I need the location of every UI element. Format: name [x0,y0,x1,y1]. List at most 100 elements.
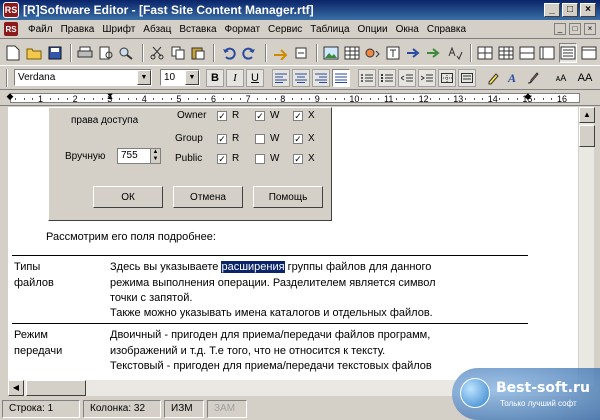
ruler-track[interactable]: 1 2 3 4 5 6 7 8 9 10 11 12 13 14 15 16 [10,93,580,104]
highlight-pen-icon[interactable] [484,69,502,87]
cut-icon[interactable] [148,43,167,63]
selected-text[interactable]: расширения [221,261,285,273]
indent-marker[interactable]: ⧗ [106,91,114,105]
permissions-spinner[interactable]: 755 ▲ ▼ [117,148,161,164]
menu-edit[interactable]: Правка [57,24,99,35]
menu-windows[interactable]: Окна [392,24,423,35]
save-icon[interactable] [45,43,64,63]
left-margin-marker[interactable]: ◆ [6,91,14,105]
svg-text:A: A [507,71,516,85]
copy-icon[interactable] [168,43,187,63]
font-name-dropdown-icon[interactable]: ▼ [137,70,151,85]
public-read-checkbox[interactable]: ✓ [217,154,227,164]
redo-icon[interactable] [240,43,259,63]
grid-view-3-icon[interactable] [517,43,536,63]
insert-field-icon[interactable] [425,43,444,63]
font-name-select[interactable]: Verdana ▼ [14,69,152,86]
app-logo-icon[interactable]: RS [3,2,19,18]
web-view-icon[interactable] [579,43,598,63]
numbered-list-icon[interactable] [358,68,376,87]
bookmark-icon[interactable] [291,43,310,63]
owner-write-checkbox[interactable]: ✓ [255,111,265,121]
scroll-thumb[interactable] [579,125,595,147]
status-modified: ИЗМ [164,400,204,418]
watermark-main: Best-soft.ru [496,380,590,396]
menu-table[interactable]: Таблица [306,24,353,35]
new-file-icon[interactable] [4,43,23,63]
group-write-checkbox[interactable] [255,134,265,144]
right-margin-marker[interactable]: ◆ [524,91,532,105]
document-area[interactable]: права доступа Owner ✓ R ✓ W ✓ X Group ✓ … [8,107,578,386]
group-exec-checkbox[interactable]: ✓ [293,134,303,144]
font-smaller-button[interactable]: ᴀA [550,69,572,87]
align-justify-icon[interactable] [332,68,350,87]
grid-view-2-icon[interactable] [497,43,516,63]
page-layout-icon[interactable] [538,43,557,63]
open-folder-icon[interactable] [25,43,44,63]
menu-options[interactable]: Опции [354,24,392,35]
spell-check-icon[interactable] [446,43,465,63]
print-icon[interactable] [76,43,95,63]
spinner-arrows-icon[interactable]: ▲ ▼ [150,149,160,163]
grid-view-1-icon[interactable] [476,43,495,63]
insert-date-icon[interactable] [404,43,423,63]
menu-format[interactable]: Формат [221,24,265,35]
doc-close-button[interactable]: × [584,23,596,35]
vertical-scrollbar[interactable]: ▲ [578,107,595,386]
font-name-value: Verdana [18,72,56,83]
paragraph-icon[interactable] [458,68,476,87]
menu-font[interactable]: Шрифт [98,24,139,35]
increase-indent-icon[interactable] [418,68,436,87]
public-exec-checkbox[interactable]: ✓ [293,154,303,164]
ruler-tick [101,98,103,100]
bold-button[interactable]: B [206,68,224,87]
doc-restore-button[interactable]: □ [569,23,581,35]
brush-icon[interactable] [524,69,542,87]
menu-file[interactable]: Файл [24,24,57,35]
minimize-button[interactable]: _ [544,3,560,17]
public-write-checkbox[interactable] [255,154,265,164]
owner-exec-checkbox[interactable]: ✓ [293,111,303,121]
document-icon[interactable]: RS [4,22,18,36]
align-left-icon[interactable] [272,68,290,87]
menu-bar: RS Файл Правка Шрифт Абзац Вставка Форма… [0,20,600,39]
insert-link-icon[interactable] [271,43,290,63]
font-size-dropdown-icon[interactable]: ▼ [185,70,199,85]
doc-minimize-button[interactable]: _ [554,23,566,35]
owner-read-checkbox[interactable]: ✓ [217,111,227,121]
menu-help[interactable]: Справка [423,24,470,35]
font-size-select[interactable]: 10 ▼ [160,69,200,86]
menu-insert[interactable]: Вставка [175,24,220,35]
font-bigger-button[interactable]: AA [574,69,596,87]
underline-button[interactable]: U [246,68,264,87]
menu-paragraph[interactable]: Абзац [139,24,175,35]
help-button[interactable]: Помощь [253,186,323,208]
insert-object-icon[interactable] [363,43,382,63]
scroll-left-icon[interactable]: ◀ [8,380,24,396]
paste-icon[interactable] [189,43,208,63]
find-icon[interactable] [117,43,136,63]
scroll-up-icon[interactable]: ▲ [579,107,595,123]
ok-button[interactable]: ОК [93,186,163,208]
menu-tools[interactable]: Сервис [264,24,306,35]
bullet-list-icon[interactable] [378,68,396,87]
ruler[interactable]: 1 2 3 4 5 6 7 8 9 10 11 12 13 14 15 16 ◆ ⧗ ◆ [0,90,600,106]
close-button[interactable]: × [580,3,596,17]
ruler-number: 10 [349,94,360,104]
cancel-button[interactable]: Отмена [173,186,243,208]
group-read-checkbox[interactable]: ✓ [217,134,227,144]
maximize-button[interactable]: □ [562,3,578,17]
normal-view-icon[interactable] [558,42,578,63]
insert-symbol-icon[interactable] [384,43,403,63]
undo-icon[interactable] [219,43,238,63]
horizontal-scroll-thumb[interactable] [26,380,86,396]
insert-table-icon[interactable] [343,43,362,63]
align-center-icon[interactable] [292,68,310,87]
italic-button[interactable]: I [226,68,244,87]
borders-icon[interactable] [438,68,456,87]
print-preview-icon[interactable] [96,43,115,63]
decrease-indent-icon[interactable] [398,68,416,87]
align-right-icon[interactable] [312,68,330,87]
font-color-icon[interactable]: A [504,69,522,87]
insert-picture-icon[interactable] [322,43,341,63]
